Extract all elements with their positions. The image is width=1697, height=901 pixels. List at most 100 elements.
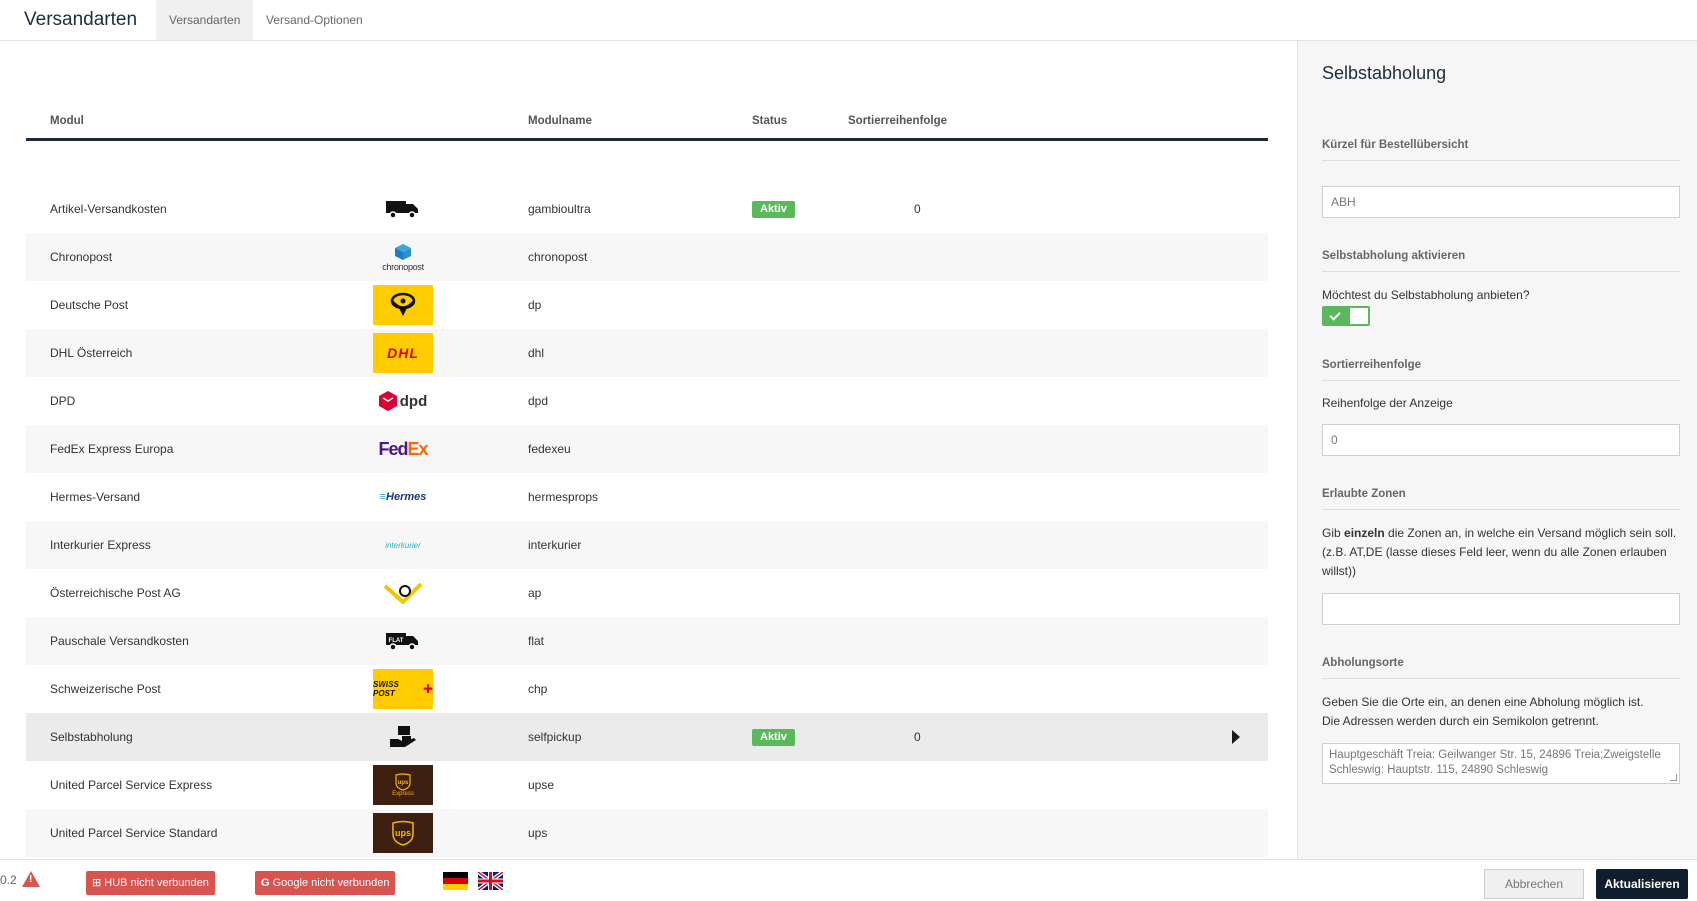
row-code: flat (528, 634, 545, 648)
logo-text: interkurier (385, 540, 421, 550)
places-textarea[interactable]: Hauptgeschäft Treia: Geilwanger Str. 15,… (1322, 743, 1680, 784)
fedex-logo: FedEx (373, 429, 433, 469)
austrian-post-logo (373, 573, 433, 613)
status-badge: Aktiv (752, 201, 795, 218)
row-code: ups (528, 826, 548, 840)
places-description-1: Geben Sie die Orte ein, an denen eine Ab… (1322, 695, 1644, 709)
table-row[interactable]: DPD dpd dpd (26, 377, 1268, 425)
row-module: United Parcel Service Standard (50, 826, 218, 840)
shipping-table: Modul Modulname Status Sortierreihenfolg… (0, 41, 1297, 859)
row-module: Hermes-Versand (50, 490, 141, 504)
pickup-icon (373, 717, 433, 757)
chronopost-logo: chronopost (373, 237, 433, 277)
column-header-modulname[interactable]: Modulname (528, 114, 592, 128)
row-module: DPD (50, 394, 76, 408)
warning-icon[interactable]: ! (22, 871, 40, 887)
flat-truck-icon: FLAT (373, 621, 433, 661)
selfpickup-toggle[interactable] (1322, 306, 1370, 326)
row-module: FedEx Express Europa (50, 442, 174, 456)
row-module: United Parcel Service Express (50, 778, 213, 792)
row-module: Schweizerische Post (50, 682, 161, 696)
table-row[interactable]: Interkurier Express interkurier interkurie… (26, 521, 1268, 569)
row-module: Deutsche Post (50, 298, 129, 312)
logo-text: ups (398, 780, 409, 786)
row-module: Pauschale Versandkosten (50, 634, 189, 648)
places-heading: Abholungsorte (1322, 657, 1680, 679)
table-row[interactable]: Schweizerische Post SWISS POST ✚ chp (26, 665, 1268, 713)
table-row[interactable]: Pauschale Versandkosten FLAT flat (26, 617, 1268, 665)
row-code: selfpickup (528, 730, 582, 744)
row-code: dp (528, 298, 542, 312)
app-root: Versandarten Versandarten Versand-Option… (0, 0, 1697, 901)
tab-versand-optionen[interactable]: Versand-Optionen (253, 0, 376, 40)
table-row[interactable]: Hermes-Versand ≡Hermes hermesprops (26, 473, 1268, 521)
logo-text: DHL (387, 345, 419, 361)
row-code: ap (528, 586, 542, 600)
table-row[interactable]: Österreichische Post AG ap (26, 569, 1268, 617)
hub-icon: ⊞ (92, 877, 105, 889)
table-row[interactable]: United Parcel Service Express ups Express u… (26, 761, 1268, 809)
column-header-sort[interactable]: Sortierreihenfolge (848, 114, 947, 128)
row-code: dhl (528, 346, 545, 360)
table-row[interactable]: Chronopost chronopost chronopost (26, 233, 1268, 281)
table-row[interactable]: DHL Österreich DHL dhl (26, 329, 1268, 377)
detail-panel: Selbstabholung Kürzel für Bestellübersic… (1297, 41, 1697, 859)
column-header-modul[interactable]: Modul (50, 114, 84, 128)
zones-description: Gib einzeln die Zonen an, in welche ein … (1322, 524, 1678, 581)
table-row[interactable]: Artikel-Versandkosten gambioultra Aktiv 0 (26, 185, 1268, 233)
row-sort-value: 0 (914, 730, 921, 744)
activate-question: Möchtest du Selbstabholung anbieten? (1322, 288, 1530, 302)
ups-express-logo: ups Express (373, 765, 433, 805)
flag-de-icon[interactable] (443, 872, 468, 890)
row-module: Interkurier Express (50, 538, 151, 552)
logo-text: FLAT (389, 638, 404, 644)
logo-text: chronopost (382, 261, 424, 272)
zones-text-1: Gib (1322, 526, 1345, 540)
caret-right-icon[interactable] (1232, 730, 1240, 744)
row-code: upse (528, 778, 555, 792)
sort-heading: Sortierreihenfolge (1322, 359, 1680, 381)
sort-input[interactable]: 0 (1322, 424, 1680, 456)
zones-input[interactable] (1322, 593, 1680, 625)
row-module: DHL Österreich (50, 346, 133, 360)
top-bar: Versandarten Versandarten Versand-Option… (0, 0, 1697, 41)
cancel-button[interactable]: Abbrechen (1484, 869, 1584, 899)
update-button[interactable]: Aktualisieren (1596, 869, 1688, 899)
truck-icon (373, 189, 433, 229)
check-icon (1329, 309, 1341, 321)
row-module: Selbstabholung (50, 730, 133, 744)
logo-text: dpd (399, 392, 428, 410)
dhl-logo: DHL (373, 333, 433, 373)
activate-heading: Selbstabholung aktivieren (1322, 250, 1680, 272)
resize-handle-icon[interactable] (1670, 774, 1677, 781)
logo-text: Fed (378, 438, 408, 459)
logo-text: Hermes (386, 491, 427, 503)
column-header-status[interactable]: Status (752, 114, 787, 128)
row-code: dpd (528, 394, 549, 408)
table-row[interactable]: Deutsche Post dp (26, 281, 1268, 329)
row-module: Artikel-Versandkosten (50, 202, 167, 216)
table-row[interactable]: United Parcel Service Standard ups ups (26, 809, 1268, 857)
table-row[interactable]: FedEx Express Europa FedEx fedexeu (26, 425, 1268, 473)
row-module: Österreichische Post AG (50, 586, 181, 600)
abbr-input[interactable]: ABH (1322, 186, 1680, 218)
places-description-2: Die Adressen werden durch ein Semikolon … (1322, 714, 1599, 728)
hermes-logo: ≡Hermes (379, 491, 427, 503)
hub-status-button[interactable]: ⊞ HUB nicht verbunden (86, 871, 215, 895)
google-status-button[interactable]: G Google nicht verbunden (255, 871, 396, 895)
page-title: Versandarten (24, 9, 138, 30)
footer-bar: 0.2 ! ⊞ HUB nicht verbunden G Google nic… (0, 859, 1697, 901)
dpd-logo: dpd (373, 381, 433, 421)
table-row[interactable]: Selbstabholung selfpickup Aktiv 0 (26, 713, 1268, 761)
flag-uk-icon[interactable] (478, 872, 503, 890)
logo-text: Ex (407, 438, 428, 459)
tab-versandarten[interactable]: Versandarten (156, 0, 254, 40)
row-code: fedexeu (528, 442, 571, 456)
table-header: Modul Modulname Status Sortierreihenfolg… (26, 101, 1268, 141)
row-code: hermesprops (528, 490, 599, 504)
google-status-label: Google nicht verbunden (272, 877, 390, 889)
warning-glyph: ! (29, 874, 33, 885)
logo-text: Express (392, 791, 414, 797)
hub-status-label: HUB nicht verbunden (104, 877, 209, 889)
row-code: chronopost (528, 250, 588, 264)
